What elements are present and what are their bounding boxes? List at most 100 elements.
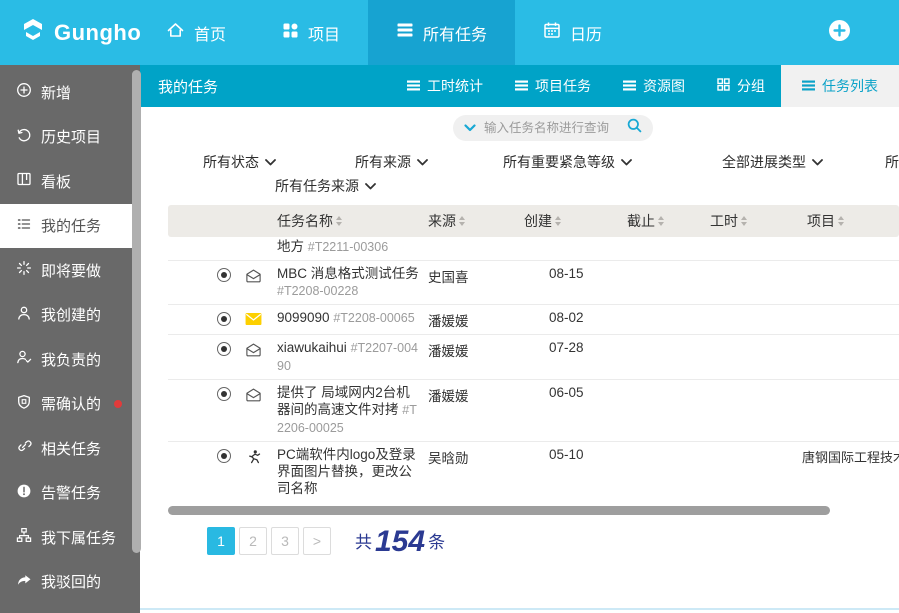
sidebar-item-subordinate-tasks[interactable]: 我下属任务 <box>0 515 140 560</box>
tab-resource-map[interactable]: 资源图 <box>607 65 701 107</box>
task-title[interactable]: 地方 <box>277 239 304 254</box>
search-bar[interactable] <box>453 115 653 141</box>
table-row[interactable]: PC端软件内logo及登录界面图片替换，更改公司名称 吴晗勋 05-10 唐钢国… <box>168 442 899 502</box>
sidebar-item-history[interactable]: 历史项目 <box>0 115 140 160</box>
status-radio-icon[interactable] <box>217 268 231 282</box>
brand-logo[interactable]: Gungho <box>20 0 138 65</box>
page-button-1[interactable]: 1 <box>207 527 235 555</box>
task-table: 任务名称 来源 创建 截止 工时 项目 地方 #T2211-00306 MBC … <box>168 205 899 502</box>
tab-label: 工时统计 <box>427 76 483 96</box>
task-id: #T2208-00228 <box>277 284 358 298</box>
sidebar-item-rejected-by-me[interactable]: 我驳回的 <box>0 560 140 605</box>
search-row <box>140 107 899 148</box>
column-header-name[interactable]: 任务名称 <box>277 211 420 231</box>
sidebar-item-responsible[interactable]: 我负责的 <box>0 337 140 382</box>
task-due <box>602 339 685 340</box>
sort-icon[interactable] <box>555 216 561 226</box>
chevron-down-icon <box>365 183 376 190</box>
tab-project-tasks[interactable]: 项目任务 <box>499 65 607 107</box>
sidebar-item-label: 我创建的 <box>41 304 101 325</box>
status-radio-icon[interactable] <box>217 342 231 356</box>
filter-task-source[interactable]: 所有任务来源 <box>275 175 376 197</box>
sidebar-item-kanban[interactable]: 看板 <box>0 159 140 204</box>
sidebar-item-label: 看板 <box>41 171 71 192</box>
horizontal-scrollbar[interactable] <box>168 506 830 515</box>
nav-item-home[interactable]: 首页 <box>138 0 254 65</box>
tab-group[interactable]: 分组 <box>701 65 781 107</box>
sidebar-item-my-tasks[interactable]: 我的任务 <box>0 204 140 249</box>
table-row[interactable]: 地方 #T2211-00306 <box>168 237 899 261</box>
vertical-scrollbar[interactable] <box>132 70 141 553</box>
sort-icon[interactable] <box>336 216 342 226</box>
home-icon <box>166 21 185 44</box>
task-project <box>782 309 899 310</box>
nav-item-all-tasks[interactable]: 所有任务 <box>368 0 515 65</box>
nav-item-calendar[interactable]: 日历 <box>515 0 630 65</box>
task-hours <box>685 384 782 385</box>
column-header-project[interactable]: 项目 <box>807 211 899 231</box>
plus-circle-icon <box>16 82 32 102</box>
table-row[interactable]: 9099090 #T2208-00065 潘媛媛 08-02 <box>168 305 899 335</box>
total-prefix: 共 <box>355 531 372 555</box>
sidebar-item-created-by-me[interactable]: 我创建的 <box>0 293 140 338</box>
filter-label: 所有重要紧急等级 <box>503 152 615 172</box>
tab-label: 任务列表 <box>822 76 878 96</box>
column-header-created[interactable]: 创建 <box>524 211 602 231</box>
page-button-2[interactable]: 2 <box>239 527 267 555</box>
add-button[interactable] <box>828 19 851 47</box>
sort-icon[interactable] <box>459 216 465 226</box>
search-input[interactable] <box>484 121 619 135</box>
table-row[interactable]: xiawukaihui #T2207-00490 潘媛媛 07-28 <box>168 335 899 380</box>
column-header-source[interactable]: 来源 <box>428 211 512 231</box>
task-title[interactable]: 提供了 局域网内2台机器间的高速文件对拷 <box>277 385 410 417</box>
filter-priority[interactable]: 所有重要紧急等级 <box>503 151 632 173</box>
chevron-down-icon[interactable] <box>464 119 476 137</box>
runner-icon <box>246 449 261 468</box>
sort-icon[interactable] <box>741 216 747 226</box>
list-bars-icon <box>407 78 420 94</box>
sidebar-item-label: 我的任务 <box>41 215 101 236</box>
sort-icon[interactable] <box>658 216 664 226</box>
table-row[interactable]: MBC 消息格式测试任务 #T2208-00228 史国喜 08-15 <box>168 261 899 305</box>
tab-hours-stats[interactable]: 工时统计 <box>391 65 499 107</box>
status-radio-icon[interactable] <box>217 387 231 401</box>
filter-status[interactable]: 所有状态 <box>203 151 276 173</box>
nav-item-label: 项目 <box>308 21 340 45</box>
sidebar-item-alert-tasks[interactable]: 告警任务 <box>0 471 140 516</box>
task-title[interactable]: PC端软件内logo及登录界面图片替换，更改公司名称 <box>277 447 416 496</box>
column-header-hours[interactable]: 工时 <box>710 211 782 231</box>
sidebar-item-related[interactable]: 相关任务 <box>0 426 140 471</box>
sidebar-item-label: 需确认的 <box>41 393 101 414</box>
filter-source[interactable]: 所有来源 <box>355 151 428 173</box>
view-tabs: 工时统计 项目任务 资源图 分组 任务列表 <box>391 65 899 107</box>
task-title[interactable]: 9099090 <box>277 310 330 325</box>
sidebar-item-needs-confirmation[interactable]: 需确认的 <box>0 382 140 427</box>
task-title[interactable]: MBC 消息格式测试任务 <box>277 266 419 281</box>
status-radio-icon[interactable] <box>217 312 231 326</box>
forward-arrow-icon <box>16 572 32 592</box>
task-title[interactable]: xiawukaihui <box>277 340 347 355</box>
sidebar-item-label: 相关任务 <box>41 438 101 459</box>
nav-item-projects[interactable]: 项目 <box>254 0 368 65</box>
task-id: #T2211-00306 <box>308 240 388 254</box>
status-radio-icon[interactable] <box>217 449 231 463</box>
filter-progress-type[interactable]: 全部进展类型 <box>722 151 823 173</box>
sort-icon[interactable] <box>838 216 844 226</box>
table-row[interactable]: 提供了 局域网内2台机器间的高速文件对拷 #T2206-00025 潘媛媛 06… <box>168 380 899 442</box>
sidebar-item-label: 我下属任务 <box>41 527 116 548</box>
task-project: 唐钢国际工程技术有 <box>782 446 899 466</box>
task-project <box>782 238 899 239</box>
link-icon <box>16 438 32 458</box>
search-icon[interactable] <box>627 118 642 138</box>
filter-label: 所有状态 <box>203 152 259 172</box>
column-header-due[interactable]: 截止 <box>627 211 685 231</box>
sidebar-item-new[interactable]: 新增 <box>0 70 140 115</box>
tab-task-list[interactable]: 任务列表 <box>781 65 899 107</box>
page-button-3[interactable]: 3 <box>271 527 299 555</box>
task-hours <box>685 238 782 239</box>
filter-truncated[interactable]: 所有 <box>885 151 899 173</box>
task-due <box>602 265 685 266</box>
next-page-button[interactable]: > <box>303 527 331 555</box>
sidebar-item-upcoming[interactable]: 即将要做 <box>0 248 140 293</box>
task-source: 史国喜 <box>420 265 512 286</box>
